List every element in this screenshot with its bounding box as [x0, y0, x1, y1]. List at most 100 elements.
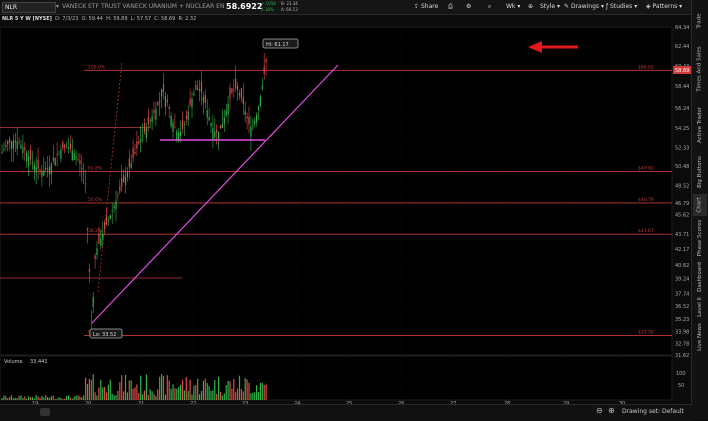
candle-body [128, 158, 130, 168]
tab-chart[interactable]: Chart [693, 194, 707, 216]
candle-body [83, 172, 85, 174]
candle-body [237, 85, 239, 90]
volume-bar [119, 382, 121, 400]
volume-bar [250, 393, 252, 400]
volume-bar [157, 389, 159, 400]
candle-body [94, 255, 96, 259]
volume-bar [100, 379, 102, 400]
candle-body [75, 156, 77, 158]
candle-body [109, 215, 111, 219]
volume-bar [22, 398, 24, 400]
candle-body [111, 210, 113, 212]
volume-bar [31, 397, 33, 400]
zoom-out-icon[interactable]: ⊖ [596, 406, 603, 415]
candle-body [166, 99, 168, 103]
price-tick: 36.52 [675, 304, 689, 310]
candle-body [1, 152, 3, 153]
drawing-set-label[interactable]: Drawing set: Default [622, 408, 684, 415]
candle-body [259, 96, 261, 107]
tab-times-and-sales[interactable]: Times And Sales [693, 40, 707, 98]
price-tick: 39.24 [675, 277, 689, 283]
volume-bar [14, 397, 16, 400]
candle-body [86, 228, 89, 230]
price-tick: 58.44 [675, 84, 689, 90]
candle-body [10, 141, 13, 149]
volume-bar [50, 396, 52, 400]
price-chart[interactable]: 100.0% $60.0261.8% $49.9250.0% $46.7938.2% $… [0, 0, 692, 404]
candle-body [43, 170, 45, 176]
candle-body [98, 233, 100, 244]
volume-bar [197, 378, 199, 400]
current-price-text: 58.69 [675, 68, 689, 74]
volume-bar [202, 380, 204, 400]
tab-level-ii[interactable]: Level II [693, 296, 707, 318]
tab-trade[interactable]: Trade [693, 4, 707, 38]
volume-bar [185, 376, 187, 400]
volume-bar [227, 380, 229, 400]
candle-body [96, 248, 98, 256]
price-tick: 35.23 [675, 317, 689, 323]
volume-bar [124, 374, 127, 400]
volume-bar [235, 392, 237, 400]
volume-bar [58, 397, 60, 400]
tab-live-news-label: Live News [697, 323, 703, 351]
candle-body [33, 165, 35, 171]
candle-body [181, 120, 184, 130]
fib-level-pct: 50.0% [88, 197, 103, 203]
volume-bar [204, 378, 206, 400]
volume-bar [181, 379, 184, 400]
scroll-left-handle[interactable] [40, 408, 50, 416]
volume-bar [140, 375, 142, 400]
fib-level-price: $43.67 [638, 228, 654, 234]
candle-body [193, 93, 195, 96]
candle-body [246, 116, 248, 119]
volume-bar [123, 391, 125, 400]
volume-bar [16, 398, 18, 400]
candle-body [62, 141, 64, 149]
volume-bar [159, 376, 161, 400]
volume-bar [102, 387, 104, 400]
candle-body [45, 167, 47, 170]
candle-body [212, 128, 214, 140]
volume-bar [83, 395, 85, 400]
volume-bar [231, 388, 233, 400]
volume-bar [113, 395, 115, 400]
volume-bar [9, 397, 11, 400]
volume-bar [81, 397, 83, 400]
zoom-in-icon[interactable]: ⊕ [608, 406, 615, 415]
tab-phase-scores[interactable]: Phase Scores [693, 218, 707, 258]
candle-body [121, 178, 123, 187]
tab-dashboard-label: Dashboard [697, 262, 703, 292]
tab-level-ii-label: Level II [697, 297, 704, 317]
bottom-bar: ⊖ ⊕ Drawing set: Default [0, 404, 692, 421]
candle-body [35, 167, 37, 173]
candle-body [176, 131, 178, 141]
volume-bar [37, 396, 39, 400]
candle-body [58, 151, 60, 153]
tab-big-buttons[interactable]: Big Buttons [693, 152, 707, 192]
tab-live-news[interactable]: Live News [693, 322, 707, 352]
candle-body [145, 127, 147, 138]
volume-bar [225, 385, 227, 400]
volume-bar [62, 398, 64, 400]
tab-dashboard[interactable]: Dashboard [693, 260, 707, 294]
price-tick: 46.79 [675, 201, 689, 207]
volume-bar [88, 378, 90, 400]
candle-body [48, 166, 51, 175]
candle-body [265, 59, 267, 63]
candle-body [100, 238, 102, 246]
volume-bar [86, 383, 89, 400]
tab-active-trader[interactable]: Active Trader [693, 100, 707, 150]
candle-body [18, 141, 20, 143]
candle-body [107, 219, 109, 221]
plot-area [0, 26, 673, 356]
volume-bar [20, 395, 22, 400]
candle-body [164, 96, 166, 107]
volume-bar [92, 374, 94, 400]
candle-body [28, 156, 30, 167]
volume-bar [98, 387, 100, 400]
volume-bar [193, 386, 195, 400]
fib-level-price: $46.79 [638, 197, 654, 203]
volume-bar [145, 374, 147, 400]
volume-bar [206, 383, 208, 400]
